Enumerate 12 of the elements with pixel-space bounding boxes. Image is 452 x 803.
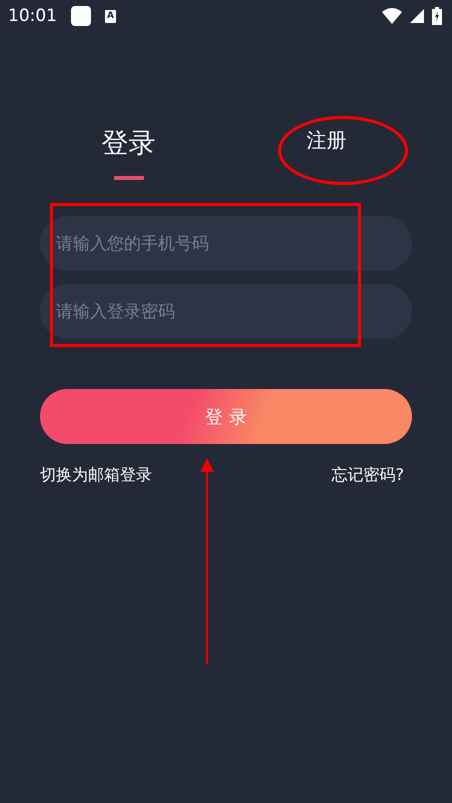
input-field[interactable]: 请输入登录密码	[40, 284, 412, 339]
keyboard-notification-icon: A	[105, 10, 116, 22]
wifi-icon	[382, 8, 402, 24]
email-login-link[interactable]: 切换为邮箱登录	[40, 465, 152, 486]
forgot-password-link[interactable]: 忘记密码?	[332, 465, 404, 486]
tab[interactable]: 登录	[96, 124, 162, 180]
input-field[interactable]: 请输入您的手机号码	[40, 216, 412, 271]
tab[interactable]: 注册	[300, 120, 352, 160]
battery-icon	[432, 7, 442, 25]
signal-icon	[410, 9, 424, 23]
app-notification-icon	[71, 6, 91, 26]
status-time: 10:01	[8, 6, 57, 26]
